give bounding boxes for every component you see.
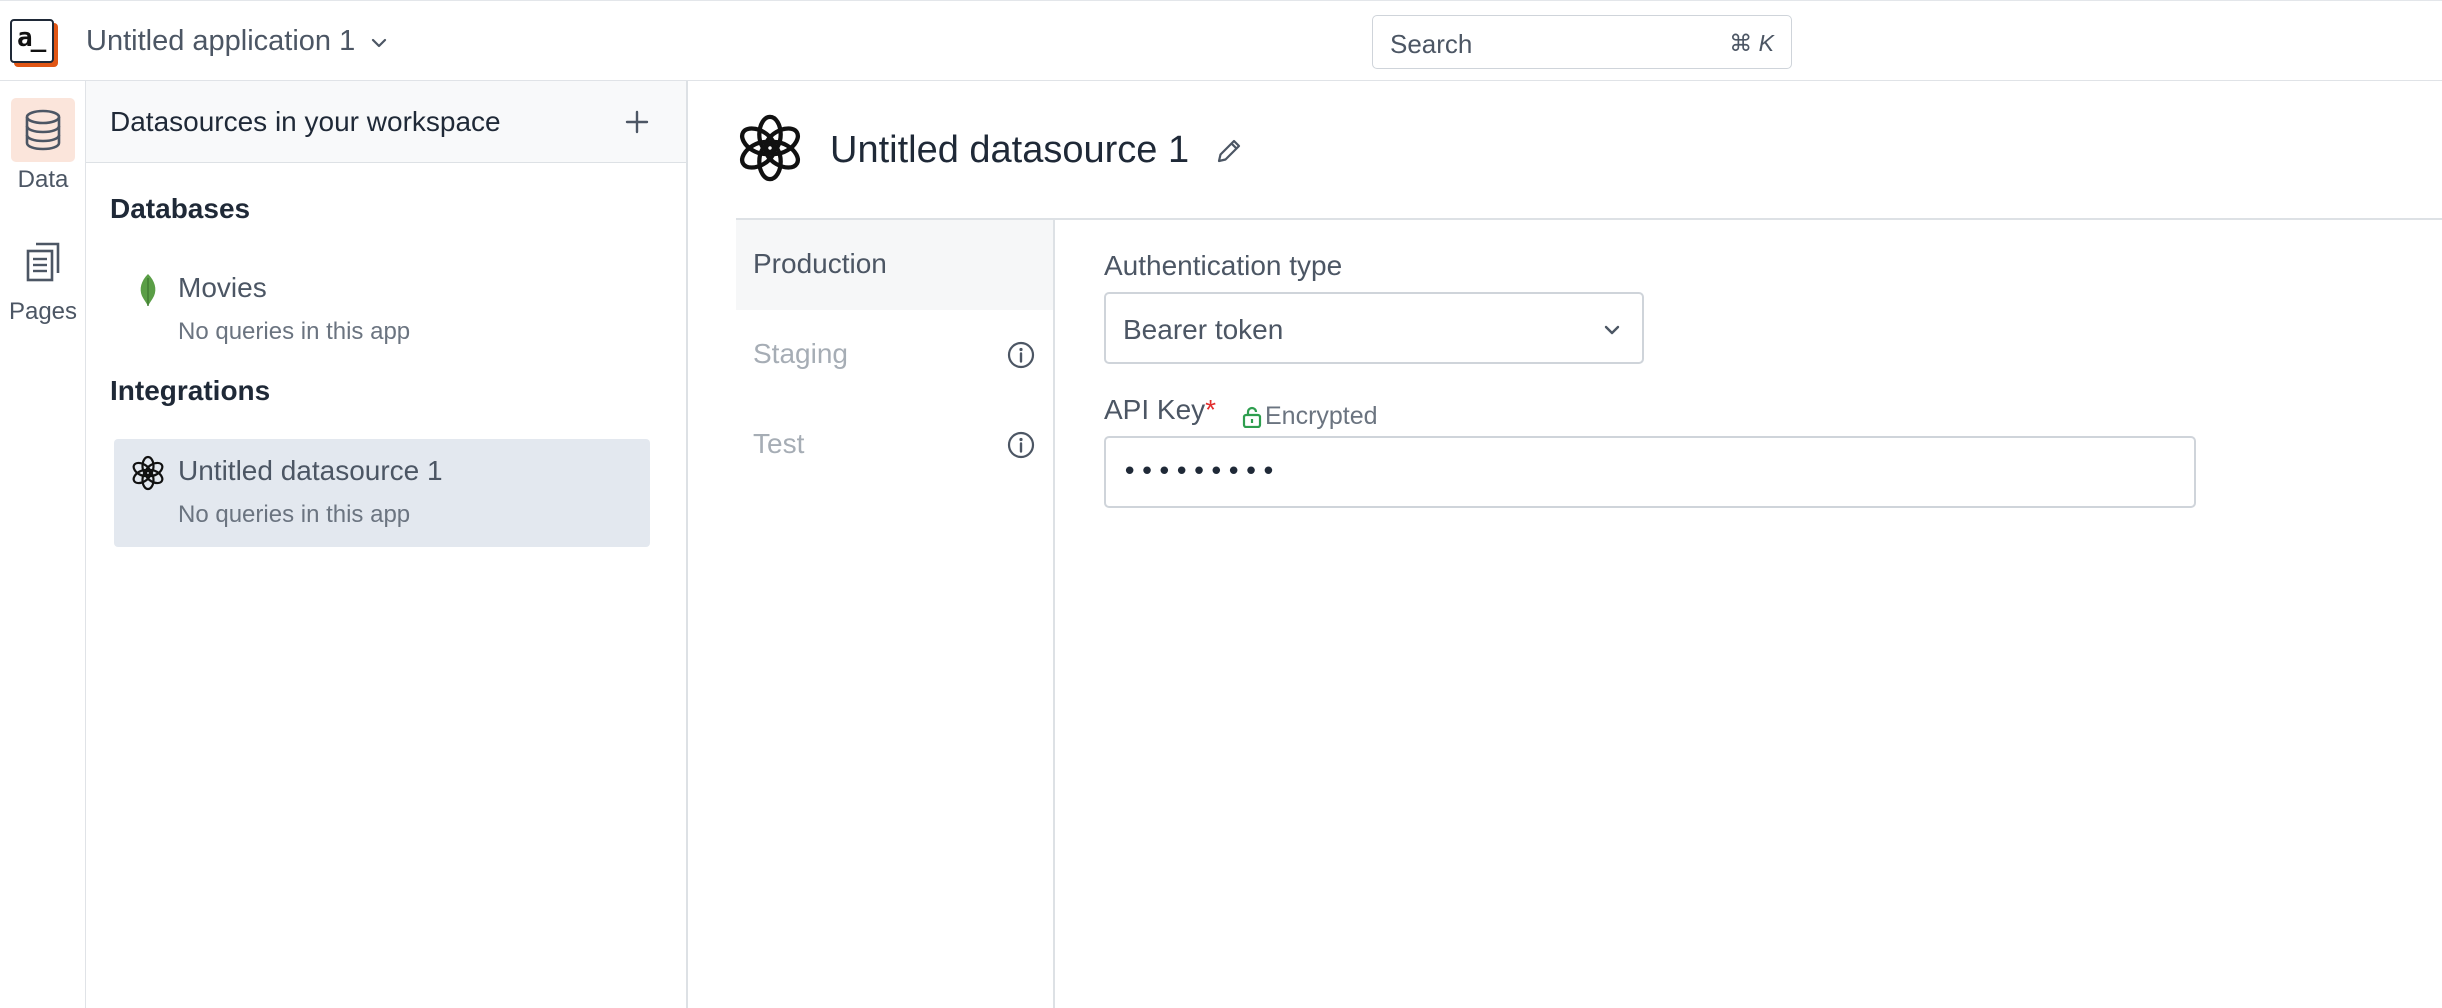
section-title-databases: Databases bbox=[110, 193, 251, 224]
auth-type-value: Bearer token bbox=[1123, 314, 1284, 345]
encrypted-badge: Encrypted bbox=[1242, 402, 1378, 431]
chevron-down-icon bbox=[372, 38, 387, 47]
datasource-panel-header: Datasources in your workspace bbox=[86, 81, 686, 163]
command-key-symbol: ⌘ bbox=[1729, 30, 1753, 56]
tab-label: Staging bbox=[753, 338, 848, 369]
mongodb-leaf-icon bbox=[140, 274, 156, 306]
openai-icon bbox=[132, 455, 164, 491]
auth-type-label: Authentication type bbox=[1104, 250, 1343, 281]
pages-icon bbox=[26, 242, 60, 282]
chevron-down-icon bbox=[1604, 325, 1620, 335]
rail-item-data[interactable]: Data bbox=[0, 98, 86, 194]
tab-production[interactable]: Production bbox=[736, 220, 1053, 310]
api-key-label-row: API Key* Encrypted bbox=[1104, 394, 1378, 430]
shortcut-key: K bbox=[1758, 30, 1774, 56]
datasource-item-untitled-datasource-1[interactable]: Untitled datasource 1 No queries in this… bbox=[114, 439, 650, 547]
datasource-name: Untitled datasource 1 bbox=[178, 455, 443, 486]
tab-label: Production bbox=[753, 248, 887, 279]
datasource-name: Movies bbox=[178, 272, 267, 303]
info-icon[interactable] bbox=[1006, 340, 1036, 370]
left-rail: Data Pages bbox=[0, 81, 86, 1008]
auth-type-select[interactable]: Bearer token bbox=[1104, 292, 1644, 364]
app-title-dropdown[interactable]: Untitled application 1 bbox=[86, 25, 389, 58]
datasource-subtitle: No queries in this app bbox=[178, 318, 411, 345]
section-title-integrations: Integrations bbox=[110, 375, 271, 406]
environment-tabs: Production Staging Test bbox=[736, 220, 1055, 1008]
add-datasource-icon[interactable] bbox=[620, 105, 654, 139]
datasource-title: Untitled datasource 1 bbox=[830, 129, 1190, 171]
rail-pages-icon-box bbox=[11, 230, 75, 294]
app-title-label: Untitled application 1 bbox=[86, 25, 356, 57]
rail-item-pages[interactable]: Pages bbox=[0, 230, 86, 326]
rail-data-icon-box bbox=[11, 98, 75, 162]
rail-label-pages: Pages bbox=[8, 298, 78, 325]
pencil-icon[interactable] bbox=[1213, 135, 1245, 167]
datasource-panel-title: Datasources in your workspace bbox=[110, 106, 501, 137]
tab-label: Test bbox=[753, 428, 805, 459]
tab-test[interactable]: Test bbox=[736, 400, 1053, 490]
app-logo[interactable]: a_ bbox=[10, 19, 54, 63]
datasource-subtitle: No queries in this app bbox=[178, 501, 411, 528]
api-key-input[interactable] bbox=[1104, 436, 2196, 508]
openai-icon bbox=[740, 114, 800, 182]
tab-staging[interactable]: Staging bbox=[736, 310, 1053, 400]
info-icon[interactable] bbox=[1006, 430, 1036, 460]
top-header: a_ Untitled application 1 Search ⌘ K bbox=[0, 0, 2442, 81]
datasource-item-movies[interactable]: Movies No queries in this app bbox=[114, 256, 650, 364]
encrypted-label: Encrypted bbox=[1265, 402, 1378, 430]
datasource-panel: Datasources in your workspace Databases … bbox=[86, 81, 688, 1008]
api-key-label: API Key bbox=[1104, 394, 1206, 425]
logo-text: a_ bbox=[17, 23, 46, 53]
search-box[interactable]: Search ⌘ K bbox=[1372, 15, 1792, 69]
search-placeholder: Search bbox=[1390, 29, 1473, 59]
datasource-editor: Untitled datasource 1 Production Staging… bbox=[689, 81, 2442, 1008]
rail-label-data: Data bbox=[17, 166, 69, 193]
required-asterisk: * bbox=[1205, 394, 1217, 425]
database-icon bbox=[25, 109, 61, 151]
search-shortcut: ⌘ K bbox=[1729, 30, 1774, 57]
lock-icon bbox=[1242, 406, 1262, 428]
